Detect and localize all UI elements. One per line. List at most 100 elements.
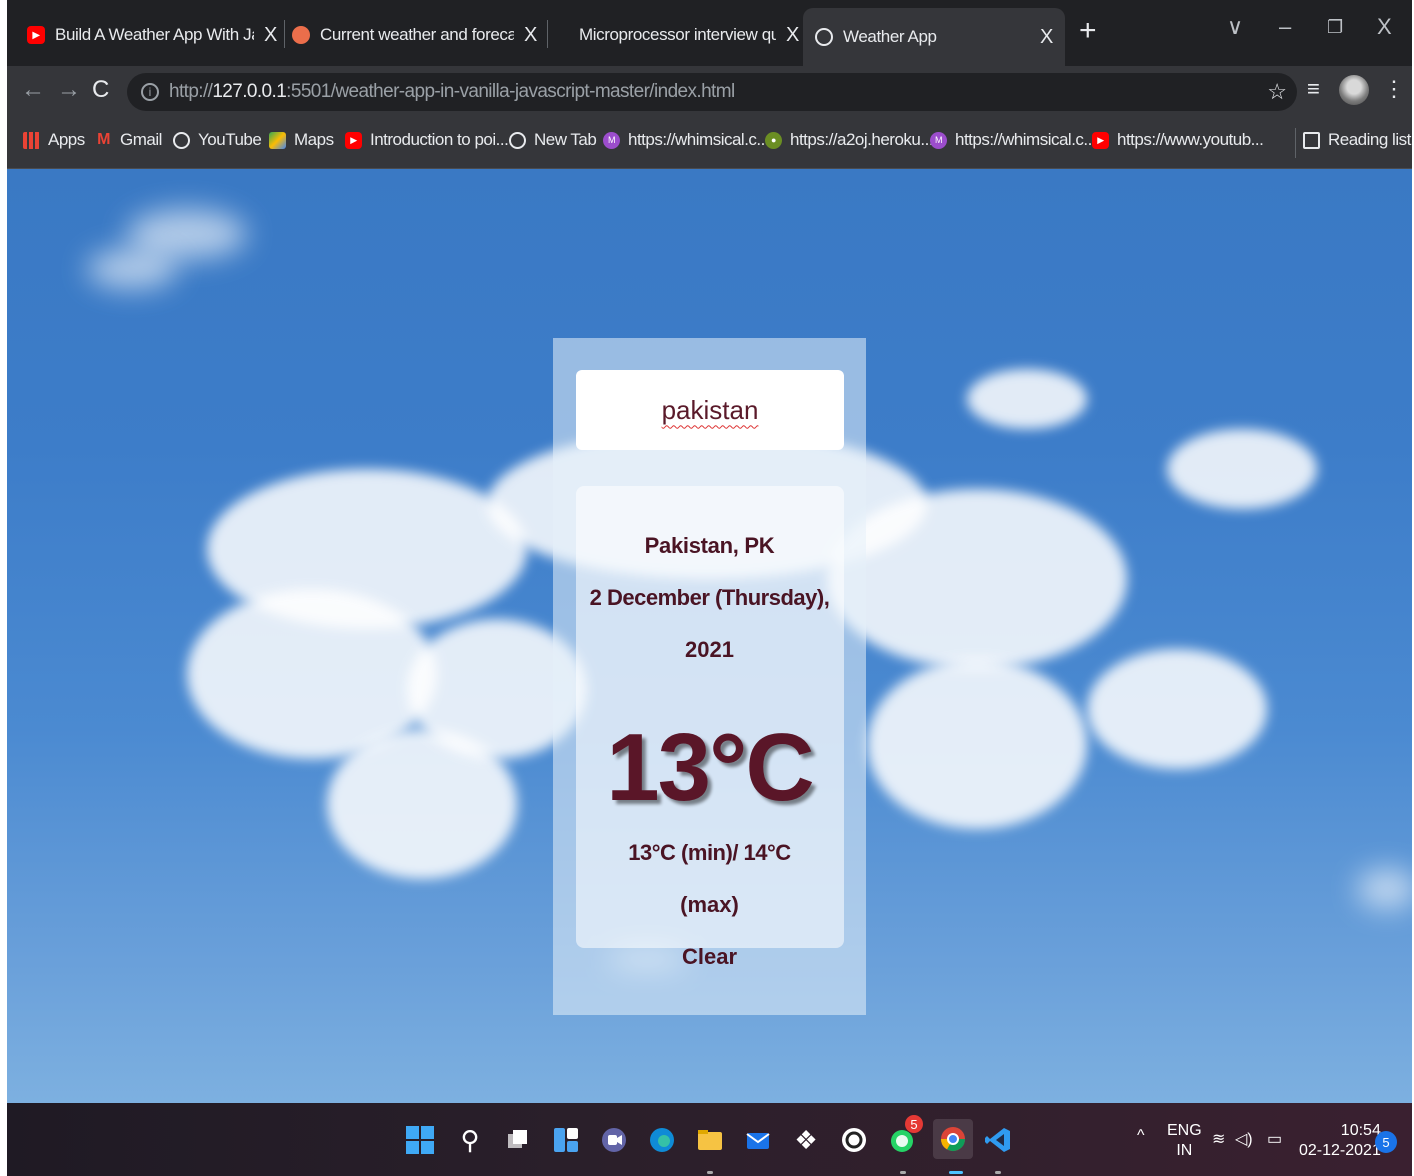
cloud (1357, 869, 1412, 909)
notification-badge[interactable]: 5 (1375, 1131, 1397, 1153)
max-label: (max) (680, 892, 739, 917)
globe-icon (173, 131, 190, 149)
bookmark-new-tab[interactable]: New Tab (509, 130, 597, 150)
close-tab-icon[interactable]: X (1040, 26, 1053, 49)
bookmarks-separator (1295, 128, 1296, 158)
close-window-button[interactable]: X (1377, 14, 1392, 40)
cloud (1167, 429, 1317, 509)
wifi-icon[interactable]: ≋ (1212, 1129, 1225, 1149)
tab-separator (547, 20, 548, 48)
bookmark-whimsical-2[interactable]: M https://whimsical.c... (930, 130, 1097, 150)
tab-title: Microprocessor interview questio (579, 25, 777, 44)
bookmark-a2oj[interactable]: ● https://a2oj.heroku... (765, 130, 934, 150)
youtube-icon: ▶ (345, 131, 362, 149)
clock-time: 10:54 (1340, 1122, 1381, 1139)
current-year: 2021 (685, 637, 734, 662)
menu-kebab-icon[interactable]: ⋮ (1383, 76, 1405, 102)
reload-icon[interactable]: C (92, 76, 109, 104)
windows-start-icon[interactable] (403, 1123, 437, 1157)
new-tab-button[interactable]: + (1079, 16, 1097, 46)
reading-mode-icon[interactable]: ≡ (1307, 76, 1320, 102)
running-indicator (707, 1171, 713, 1174)
volume-icon[interactable]: ◁) (1235, 1129, 1253, 1149)
battery-icon[interactable]: ▭ (1267, 1129, 1282, 1149)
current-temperature: 13°C (606, 714, 815, 821)
tab-strip: ▶ Build A Weather App With Javascr X Cur… (7, 0, 1412, 66)
mail-icon[interactable] (741, 1123, 775, 1157)
openweather-icon (292, 26, 310, 44)
browser-toolbar: ← → C i http://127.0.0.1:5501/weather-ap… (7, 66, 1412, 118)
cloud (827, 489, 1127, 669)
cloud (967, 369, 1087, 429)
reading-list-icon (1303, 131, 1320, 149)
bookmark-maps[interactable]: Maps (269, 130, 334, 150)
bookmark-whimsical-1[interactable]: M https://whimsical.c... (603, 130, 770, 150)
address-bar[interactable]: i http://127.0.0.1:5501/weather-app-in-v… (127, 73, 1297, 111)
whatsapp-badge: 5 (905, 1115, 923, 1133)
running-indicator (900, 1171, 906, 1174)
youtube-icon: ▶ (27, 26, 45, 44)
gmail-icon: M (97, 131, 110, 148)
task-view-icon[interactable] (501, 1123, 535, 1157)
tab-title: Current weather and forecast - O (320, 25, 515, 44)
whimsical-icon: M (603, 131, 620, 149)
running-indicator (995, 1171, 1001, 1174)
tab-search-icon[interactable]: ∨ (1227, 14, 1243, 40)
globe-icon (509, 131, 526, 149)
vscode-icon[interactable] (981, 1123, 1015, 1157)
city-search-input[interactable]: pakistan (576, 370, 844, 450)
apps-grid-icon (23, 131, 40, 149)
weather-app-container: pakistan Pakistan, PK 2 December (Thursd… (553, 338, 866, 1015)
tab-title: Build A Weather App With Javascr (55, 25, 254, 44)
restore-button[interactable]: ❐ (1327, 17, 1343, 38)
cloud (1087, 649, 1267, 769)
a2oj-icon: ● (765, 131, 782, 149)
show-hidden-icons[interactable]: ^ (1137, 1127, 1145, 1145)
file-explorer-icon[interactable] (693, 1123, 727, 1157)
tab-youtube-weather[interactable]: ▶ Build A Weather App With Javascr X (27, 6, 277, 64)
bookmark-youtube-url[interactable]: ▶ https://www.youtub... (1092, 130, 1264, 150)
tab-weather-app[interactable]: Weather App X (803, 8, 1065, 66)
cloud (87, 249, 177, 289)
bookmarks-bar: Apps M Gmail YouTube Maps ▶ Introduction… (7, 118, 1412, 169)
bookmark-apps[interactable]: Apps (23, 130, 85, 150)
browser-window: ▶ Build A Weather App With Javascr X Cur… (7, 0, 1412, 1176)
bookmark-gmail[interactable]: M Gmail (95, 130, 162, 150)
clock[interactable]: 10:54 02-12-2021 (1299, 1121, 1381, 1161)
globe-icon (815, 28, 833, 46)
bookmark-star-icon[interactable]: ☆ (1267, 79, 1287, 105)
teams-chat-icon[interactable] (597, 1123, 631, 1157)
forward-arrow-icon[interactable]: → (57, 76, 81, 104)
current-date: 2 December (Thursday), (589, 585, 830, 610)
widgets-icon[interactable] (549, 1123, 583, 1157)
back-arrow-icon[interactable]: ← (21, 76, 45, 104)
tab-openweather[interactable]: Current weather and forecast - O X (292, 6, 537, 64)
minimize-button[interactable]: – (1279, 14, 1291, 40)
bookmark-youtube[interactable]: YouTube (173, 130, 262, 150)
reading-list-button[interactable]: Reading list (1303, 130, 1411, 150)
whimsical-icon: M (930, 131, 947, 149)
clock-date: 02-12-2021 (1299, 1142, 1381, 1159)
close-tab-icon[interactable]: X (264, 24, 277, 47)
windows-taskbar: ⚲ ❖ 5 ^ ENG IN ≋ ◁) ▭ 10:54 02-12-2021 5 (7, 1103, 1412, 1176)
address-url[interactable]: http://127.0.0.1:5501/weather-app-in-van… (169, 81, 735, 103)
location-name: Pakistan, PK (644, 533, 775, 558)
close-tab-icon[interactable]: X (524, 24, 537, 47)
tab-microprocessor[interactable]: Microprocessor interview questio X (579, 6, 799, 64)
chrome-icon[interactable] (933, 1119, 973, 1159)
youtube-icon: ▶ (1092, 131, 1109, 149)
close-tab-icon[interactable]: X (786, 24, 799, 47)
openai-app-icon[interactable] (837, 1123, 871, 1157)
min-max-temperature: 13°C (min)/ 14°C (628, 840, 791, 865)
profile-avatar[interactable] (1339, 75, 1369, 105)
search-icon[interactable]: ⚲ (453, 1123, 487, 1157)
tab-separator (284, 20, 285, 48)
info-icon[interactable]: i (141, 83, 159, 101)
edge-browser-icon[interactable] (645, 1123, 679, 1157)
language-indicator[interactable]: ENG IN (1167, 1121, 1202, 1161)
whatsapp-icon[interactable]: 5 (885, 1115, 923, 1157)
tab-title: Weather App (843, 27, 937, 46)
dropbox-icon[interactable]: ❖ (789, 1123, 823, 1157)
maps-icon (269, 131, 286, 149)
bookmark-intro-pointers[interactable]: ▶ Introduction to poi... (345, 130, 509, 150)
